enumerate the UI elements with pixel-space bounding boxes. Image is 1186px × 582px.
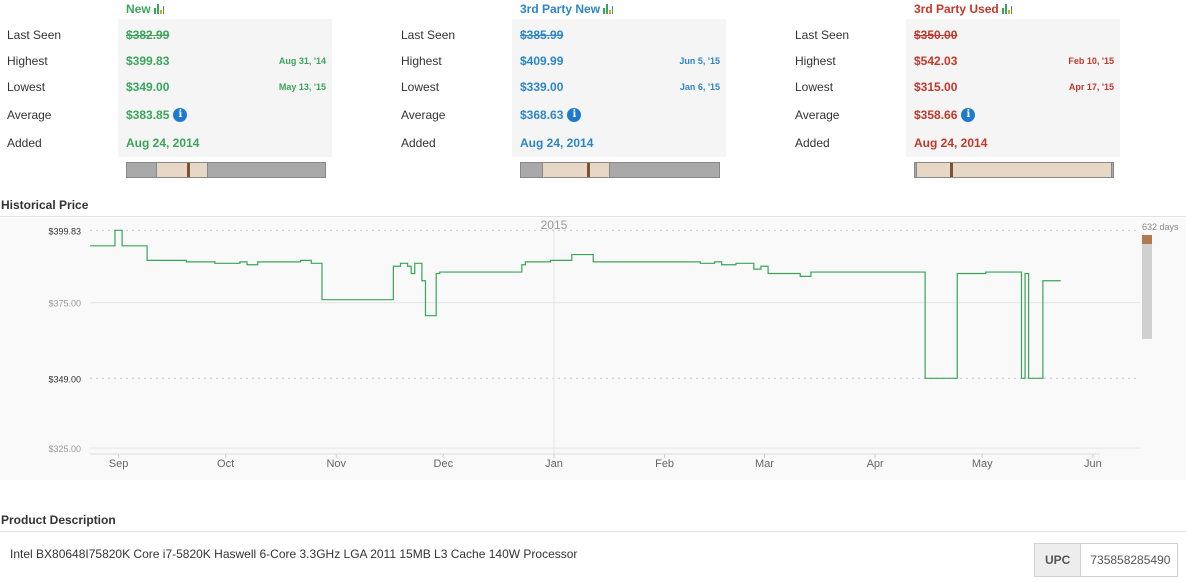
added-value: Aug 24, 2014 — [520, 136, 594, 150]
price-range-bar[interactable] — [126, 162, 326, 178]
column-title[interactable]: New — [126, 2, 151, 16]
label-added: Added — [401, 136, 436, 150]
zoom-navigator-track — [1142, 235, 1152, 339]
upc-value: 735858285490 — [1090, 553, 1171, 567]
label-lowest: Lowest — [7, 80, 46, 94]
x-tick-label: Jan — [545, 458, 563, 470]
stat-labels: Last Seen Highest Lowest Average Added — [7, 22, 61, 156]
lowest-value: $349.00 — [126, 80, 170, 94]
added-value: Aug 24, 2014 — [914, 136, 988, 150]
bar-chart-icon[interactable] — [1001, 4, 1012, 14]
last-seen-value: $350.00 — [914, 28, 958, 42]
stat-values: $382.99 $399.83 Aug 31, '14 $349.00 May 13… — [126, 22, 326, 156]
highest-date: Aug 31, '14 — [278, 56, 326, 66]
range-marker — [950, 163, 953, 177]
average-value: $383.85 — [126, 108, 170, 122]
price-range-bar[interactable] — [914, 162, 1114, 178]
highest-value: $409.99 — [520, 54, 564, 68]
stats-column-third-party-new: 3rd Party New Last Seen Highest Lowest A… — [394, 0, 734, 185]
bar-chart-icon[interactable] — [153, 4, 164, 14]
bar-chart-icon[interactable] — [603, 4, 614, 14]
x-tick-label: Mar — [755, 458, 774, 470]
price-stats: New Last Seen Highest Lowest Average Add… — [0, 0, 1186, 190]
label-average: Average — [795, 108, 840, 122]
lowest-date: Jan 6, '15 — [679, 82, 720, 92]
x-tick-label: Jun — [1084, 458, 1102, 470]
label-average: Average — [7, 108, 52, 122]
price-series-line — [90, 229, 1061, 379]
stat-labels: Last Seen Highest Lowest Average Added — [401, 22, 455, 156]
column-title[interactable]: 3rd Party New — [520, 2, 600, 16]
x-tick-label: Apr — [867, 458, 884, 470]
column-header-third-party-new[interactable]: 3rd Party New — [520, 2, 614, 16]
price-chart-svg[interactable]: $399.83 $375.00 $349.00 $325.00 Sep Oct Nov Dec… — [0, 218, 1186, 480]
x-tick-label: Nov — [326, 458, 346, 470]
x-tick-label: Feb — [655, 458, 674, 470]
historical-price-title: Historical Price — [1, 198, 89, 212]
label-highest: Highest — [795, 54, 836, 68]
upc-label: UPC — [1035, 544, 1082, 576]
lowest-date: Apr 17, '15 — [1068, 82, 1114, 92]
divider — [0, 531, 1186, 532]
last-seen-value: $382.99 — [126, 28, 170, 42]
highest-date: Feb 10, '15 — [1068, 56, 1114, 66]
stats-column-new: New Last Seen Highest Lowest Average Add… — [0, 0, 340, 185]
days-label: 632 days — [1142, 222, 1179, 232]
label-last-seen: Last Seen — [795, 28, 850, 42]
label-average: Average — [401, 108, 446, 122]
zoom-navigator-handle — [1142, 235, 1152, 244]
info-icon[interactable]: i — [961, 108, 976, 122]
last-seen-value: $385.99 — [520, 28, 564, 42]
x-tick-label: Dec — [434, 458, 454, 470]
stat-values: $385.99 $409.99 Jun 5, '15 $339.00 Jan 6, … — [520, 22, 720, 156]
product-description-title: Product Description — [1, 513, 116, 527]
label-highest: Highest — [401, 54, 442, 68]
column-header-third-party-used[interactable]: 3rd Party Used — [914, 2, 1012, 16]
stat-values: $350.00 $542.03 Feb 10, '15 $315.00 Apr 17… — [914, 22, 1114, 156]
year-label: 2015 — [541, 218, 568, 232]
historical-price-chart[interactable]: $399.83 $375.00 $349.00 $325.00 Sep Oct Nov Dec… — [0, 218, 1186, 480]
info-icon[interactable]: i — [173, 108, 188, 122]
y-tick-label: $325.00 — [48, 444, 81, 454]
x-tick-label: Sep — [109, 458, 129, 470]
added-value: Aug 24, 2014 — [126, 136, 200, 150]
average-value: $358.66 — [914, 108, 958, 122]
stat-labels: Last Seen Highest Lowest Average Added — [795, 22, 849, 156]
label-highest: Highest — [7, 54, 48, 68]
y-tick-label: $399.83 — [48, 226, 81, 236]
highest-value: $542.03 — [914, 54, 958, 68]
x-tick-label: May — [972, 458, 993, 470]
lowest-value: $339.00 — [520, 80, 564, 94]
product-description: Intel BX80648I75820K Core i7-5820K Haswe… — [10, 547, 578, 561]
highest-date: Jun 5, '15 — [679, 56, 720, 66]
info-icon[interactable]: i — [567, 108, 582, 122]
x-tick-label: Oct — [217, 458, 234, 470]
y-tick-label: $349.00 — [48, 374, 81, 384]
label-last-seen: Last Seen — [401, 28, 456, 42]
lowest-date: May 13, '15 — [278, 82, 326, 92]
upc-box: UPC 735858285490 — [1034, 543, 1179, 577]
column-header-new[interactable]: New — [126, 2, 164, 16]
highest-value: $399.83 — [126, 54, 170, 68]
label-lowest: Lowest — [795, 80, 834, 94]
y-tick-label: $375.00 — [48, 299, 81, 309]
label-added: Added — [7, 136, 42, 150]
range-marker — [187, 163, 190, 177]
range-fill — [916, 163, 1112, 177]
range-marker — [587, 163, 590, 177]
label-added: Added — [795, 136, 830, 150]
lowest-value: $315.00 — [914, 80, 958, 94]
price-range-bar[interactable] — [520, 162, 720, 178]
divider — [0, 216, 1186, 217]
label-lowest: Lowest — [401, 80, 440, 94]
stats-column-third-party-used: 3rd Party Used Last Seen Highest Lowest … — [788, 0, 1128, 185]
range-fill — [156, 163, 208, 177]
range-fill — [542, 163, 610, 177]
average-value: $368.63 — [520, 108, 564, 122]
label-last-seen: Last Seen — [7, 28, 62, 42]
column-title[interactable]: 3rd Party Used — [914, 2, 999, 16]
